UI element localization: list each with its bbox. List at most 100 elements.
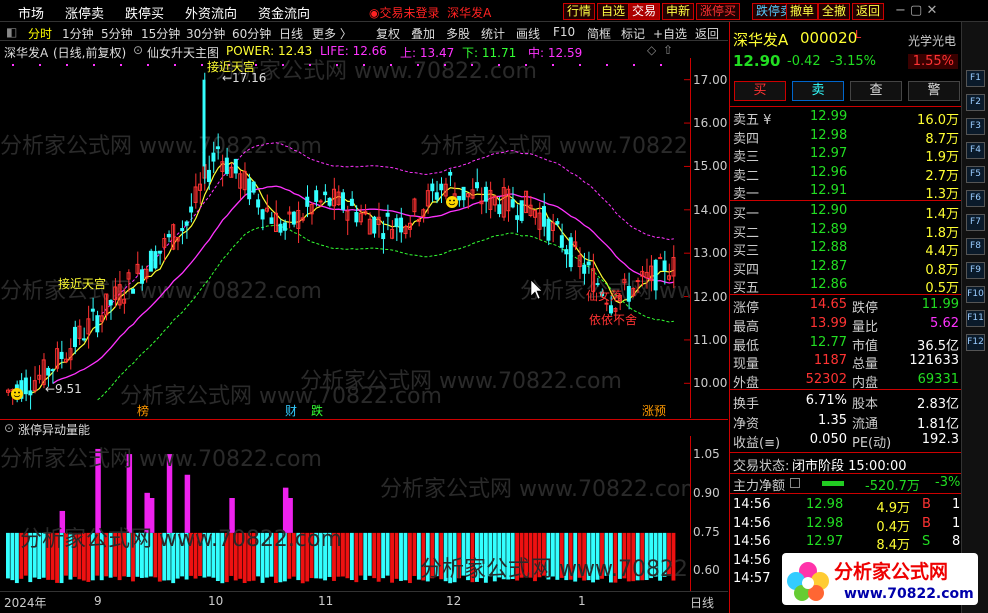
tool-restore-rights[interactable]: 复权 <box>376 25 400 42</box>
energy-bar <box>376 532 381 582</box>
event-mark[interactable]: 涨预 <box>642 403 666 418</box>
bid-label: 买四 <box>733 262 760 278</box>
price-change: -0.42 <box>787 54 821 69</box>
btn-quote[interactable]: 行情 <box>563 3 596 20</box>
menu-limit-down-buy[interactable]: 跌停买 <box>125 3 164 22</box>
stats2-row: 收益(≡) 0.050 PE(动) 192.3 <box>730 431 962 451</box>
sub-dropdown-icon[interactable]: ⊙ <box>4 421 14 435</box>
query-button[interactable]: 查 <box>850 81 902 101</box>
stat-value: 1.35 <box>818 412 847 428</box>
alert-button[interactable]: 警 <box>908 81 960 101</box>
ask-row[interactable]: 卖五 ¥ 12.99 16.0万 <box>730 108 962 128</box>
tool-back[interactable]: 返回 <box>695 25 719 42</box>
tool-marker[interactable]: 标记 <box>621 25 645 42</box>
tool-f10[interactable]: F10 <box>553 25 575 39</box>
xtick-oct: 10 <box>208 594 224 608</box>
function-key-button[interactable]: F4 <box>966 142 985 159</box>
function-key-button[interactable]: F3 <box>966 118 985 135</box>
function-key-button[interactable]: F11 <box>966 310 985 327</box>
period-more[interactable]: 更多 〉 <box>312 25 352 42</box>
menu-foreign-flow[interactable]: 外资流向 <box>185 3 237 22</box>
btn-limit-up-buy[interactable]: 涨停买 <box>696 3 741 20</box>
function-key-button[interactable]: F1 <box>966 70 985 87</box>
bid-row[interactable]: 买四 12.87 0.8万 <box>730 258 962 278</box>
bid-row[interactable]: 买一 12.90 1.4万 <box>730 202 962 222</box>
period-60min[interactable]: 60分钟 <box>232 25 271 42</box>
tool-draw-line[interactable]: 画线 <box>516 25 540 42</box>
menu-limit-up-sell[interactable]: 涨停卖 <box>65 3 104 22</box>
signal-dot <box>39 64 41 66</box>
tool-add-watchlist[interactable]: +自选 <box>653 25 687 42</box>
tick-row: 14:56 12.98 0.4万 B 1 <box>730 515 962 535</box>
btn-watchlist[interactable]: 自选 <box>597 3 630 20</box>
btn-subscribe[interactable]: 申新 <box>662 3 695 20</box>
stat-value: 0.050 <box>809 432 847 447</box>
tool-statistics[interactable]: 统计 <box>481 25 505 42</box>
btn-back-top[interactable]: 返回 <box>852 3 885 20</box>
bid-row[interactable]: 买二 12.89 1.8万 <box>730 221 962 241</box>
function-key-button[interactable]: F10 <box>966 286 985 303</box>
scroll-left-icon[interactable]: ◧ <box>6 25 17 39</box>
menu-capital-flow[interactable]: 资金流向 <box>258 3 310 22</box>
btn-cancel-all[interactable]: 全撤 <box>818 3 851 20</box>
candle-body <box>247 178 252 200</box>
concept-pct: 1.55% <box>908 54 958 69</box>
menu-market[interactable]: 市场 <box>18 3 44 22</box>
tool-multi-stock[interactable]: 多股 <box>446 25 470 42</box>
btn-cancel-order[interactable]: 撤单 <box>786 3 819 20</box>
up-arrow-icon[interactable]: ⇧ <box>663 43 673 57</box>
function-key-button[interactable]: F5 <box>966 166 985 183</box>
energy-bar <box>14 532 19 584</box>
function-key-button[interactable]: F9 <box>966 262 985 279</box>
candle-body <box>341 192 345 210</box>
function-key-button[interactable]: F12 <box>966 334 985 351</box>
candle-body <box>108 299 113 306</box>
watermark-text: 分析家公式网 www.70822.com <box>0 134 322 159</box>
diamond-icon[interactable]: ◇ <box>647 43 656 57</box>
period-1min[interactable]: 1分钟 <box>62 25 94 42</box>
function-key-button[interactable]: F6 <box>966 190 985 207</box>
period-intraday[interactable]: 分时 <box>28 25 52 42</box>
energy-bar <box>390 532 394 583</box>
bid-row[interactable]: 买五 12.86 0.5万 <box>730 276 962 296</box>
period-30min[interactable]: 30分钟 <box>186 25 225 42</box>
tool-simple-frame[interactable]: 简框 <box>587 25 611 42</box>
tool-overlay[interactable]: 叠加 <box>411 25 435 42</box>
function-key-button[interactable]: F7 <box>966 214 985 231</box>
net-flow-icon[interactable] <box>790 478 800 488</box>
volume-energy-chart[interactable]: 分析家公式网 www.70822.com 分析家公式网 www.70822.com… <box>0 436 690 591</box>
sell-button[interactable]: 卖 <box>792 81 844 101</box>
ask-row[interactable]: 卖四 12.98 8.7万 <box>730 127 962 147</box>
candle-body <box>215 146 220 150</box>
net-flow-bar <box>822 481 844 486</box>
function-key-button[interactable]: F2 <box>966 94 985 111</box>
period-15min[interactable]: 15分钟 <box>141 25 180 42</box>
stat-label: 股本 <box>852 397 879 412</box>
tick-row: 14:56 12.98 4.9万 B 1 <box>730 496 962 516</box>
event-mark[interactable]: 榜 <box>137 403 149 418</box>
stat-label: PE(动) <box>852 436 892 451</box>
kline-chart[interactable]: 分析家公式网 www.70822.com 分析家公式网 www.70822.com… <box>0 58 690 418</box>
ask-row[interactable]: 卖二 12.96 2.7万 <box>730 164 962 184</box>
ask-row[interactable]: 卖三 12.97 1.9万 <box>730 145 962 165</box>
function-key-button[interactable]: F8 <box>966 238 985 255</box>
ask-row[interactable]: 卖一 12.91 1.3万 <box>730 182 962 202</box>
btn-trade[interactable]: 交易 <box>628 3 661 20</box>
period-5min[interactable]: 5分钟 <box>101 25 133 42</box>
signal-dot <box>255 64 257 66</box>
window-controls[interactable]: − ▢ ✕ <box>895 3 937 18</box>
top-heaven-label: 接近天宫 <box>207 59 255 74</box>
buy-button[interactable]: 买 <box>734 81 786 101</box>
stat-value: 52302 <box>805 372 847 388</box>
formula-dropdown-icon[interactable]: ⊙ <box>133 43 143 57</box>
candle-body <box>394 218 399 228</box>
stat-label: 换手 <box>733 397 760 412</box>
bid-row[interactable]: 买三 12.88 4.4万 <box>730 239 962 259</box>
event-mark[interactable]: 财 <box>285 404 297 418</box>
concept-label[interactable]: 光学光电 <box>908 32 956 49</box>
price-tick: 11.00 <box>693 332 728 347</box>
period-daily[interactable]: 日线 <box>279 25 303 42</box>
login-status[interactable]: ◉交易未登录 深华发A <box>369 4 491 21</box>
event-mark[interactable]: 跌 <box>311 403 323 418</box>
bid-volume: 1.8万 <box>925 225 959 241</box>
